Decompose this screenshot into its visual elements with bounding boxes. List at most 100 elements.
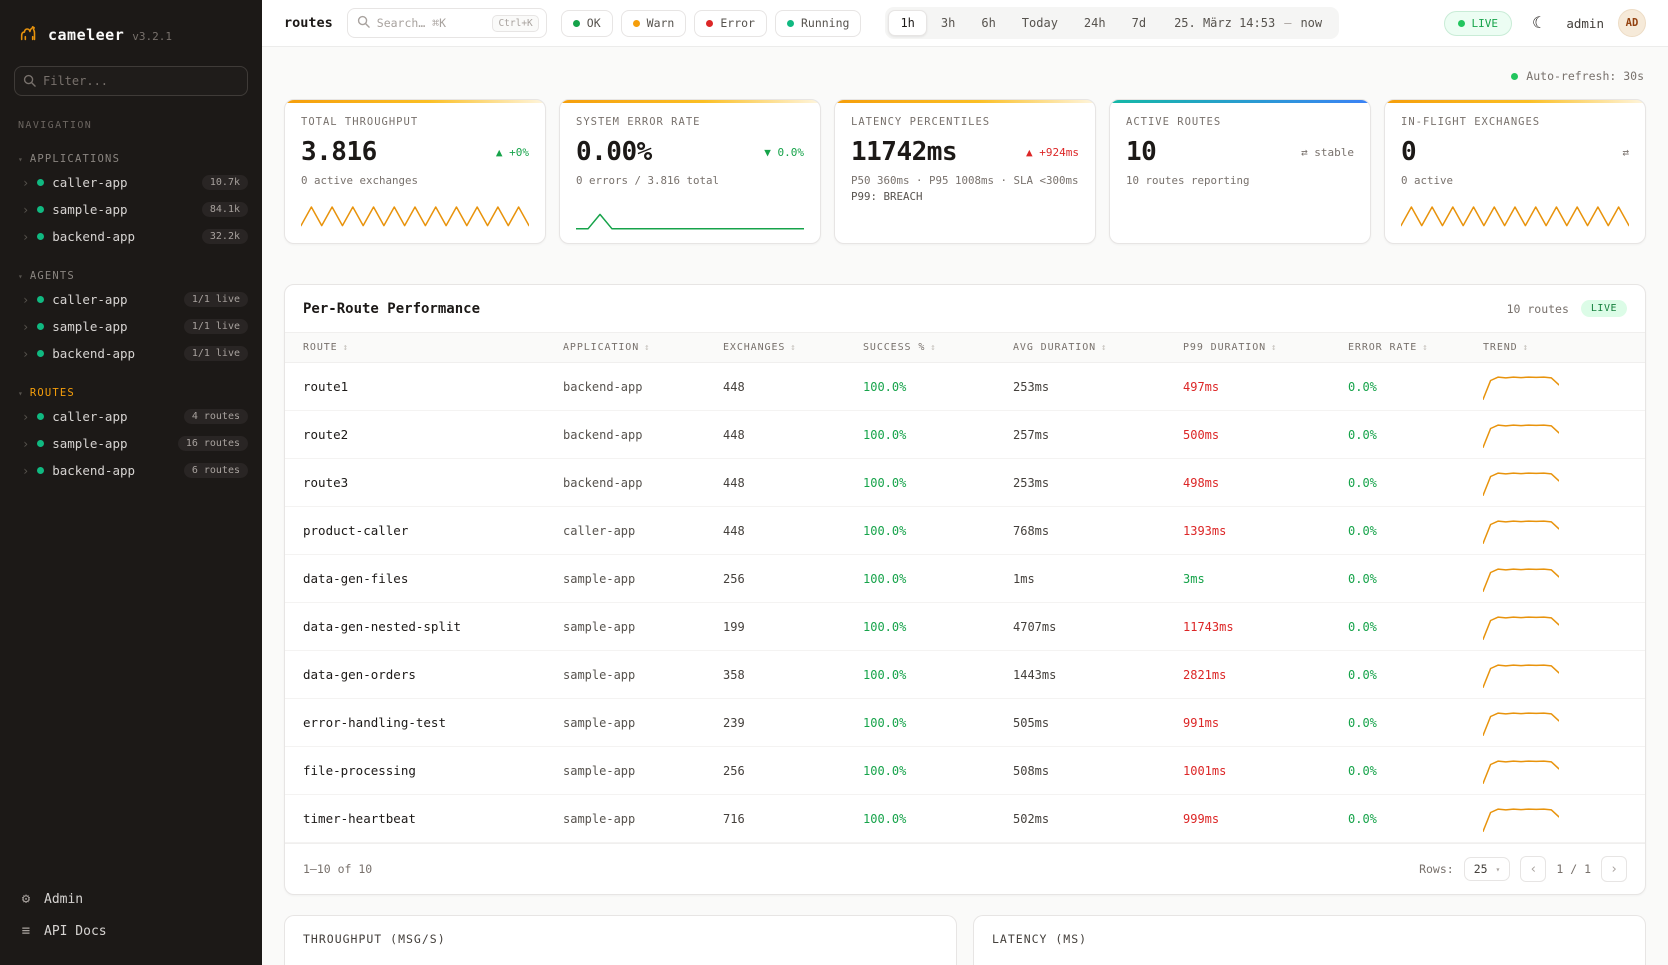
kpi-delta: ▼ 0.0% [764,146,804,159]
cell-application: sample-app [545,795,705,843]
table-row[interactable]: timer-heartbeat sample-app 716 100.0% 50… [285,795,1645,843]
cell-success: 100.0% [845,651,995,699]
sidebar-item-admin[interactable]: ⚙ Admin [18,883,244,915]
column-header-route[interactable]: ROUTE↕ [285,333,545,363]
cell-application: sample-app [545,555,705,603]
table-row[interactable]: error-handling-test sample-app 239 100.0… [285,699,1645,747]
kpi-accent-bar [1110,100,1370,103]
sidebar-section: ▾ AGENTS › caller-app 1/1 live › sample-… [0,266,262,367]
column-header-p99-duration[interactable]: P99 DURATION↕ [1165,333,1330,363]
filter-chip[interactable]: Warn [621,10,687,37]
table-row[interactable]: data-gen-files sample-app 256 100.0% 1ms… [285,555,1645,603]
sidebar-item[interactable]: › backend-app 6 routes [0,457,262,484]
table-row[interactable]: product-caller caller-app 448 100.0% 768… [285,507,1645,555]
sidebar-item[interactable]: › sample-app 84.1k [0,196,262,223]
range-button[interactable]: 24h [1072,10,1118,36]
status-filter-chips: OK Warn Error Running [561,10,862,37]
table-row[interactable]: file-processing sample-app 256 100.0% 50… [285,747,1645,795]
range-button[interactable]: Today [1010,10,1070,36]
sidebar-section-header[interactable]: ▾ ROUTES [0,383,262,403]
cell-exchanges: 448 [705,411,845,459]
cell-exchanges: 256 [705,555,845,603]
list-icon: ≡ [18,923,34,939]
kpi-delta: ⇄ stable [1301,146,1354,159]
table-row[interactable]: route3 backend-app 448 100.0% 253ms 498m… [285,459,1645,507]
sidebar-item[interactable]: › caller-app 10.7k [0,169,262,196]
sidebar-item[interactable]: › caller-app 1/1 live [0,286,262,313]
column-header-application[interactable]: APPLICATION↕ [545,333,705,363]
rows-per-page-select[interactable]: 25 ▾ [1464,857,1511,881]
app-version: v3.2.1 [132,30,172,43]
filter-chip[interactable]: Running [775,10,861,37]
sidebar-section-header[interactable]: ▾ AGENTS [0,266,262,286]
chevron-right-icon: › [22,410,29,424]
cell-avg-duration: 253ms [995,363,1165,411]
kpi-card: IN-FLIGHT EXCHANGES 0 ⇄ 0 active [1384,99,1646,244]
cell-avg-duration: 1ms [995,555,1165,603]
cell-exchanges: 256 [705,747,845,795]
range-button[interactable]: 3h [929,10,967,36]
sidebar-item[interactable]: › backend-app 32.2k [0,223,262,250]
filter-chip[interactable]: Error [694,10,767,37]
column-header-exchanges[interactable]: EXCHANGES↕ [705,333,845,363]
cell-route: data-gen-files [285,555,545,603]
prev-page-button[interactable]: ‹ [1520,856,1546,882]
avatar[interactable]: AD [1618,9,1646,37]
cell-trend [1465,699,1645,747]
cell-application: backend-app [545,363,705,411]
kpi-cards: TOTAL THROUGHPUT 3.816 ▲ +0% 0 active ex… [284,99,1646,244]
filter-chip[interactable]: OK [561,10,613,37]
chevron-right-icon: › [22,347,29,361]
table-row[interactable]: data-gen-orders sample-app 358 100.0% 14… [285,651,1645,699]
table-row[interactable]: data-gen-nested-split sample-app 199 100… [285,603,1645,651]
sidebar-item-label: sample-app [52,202,127,217]
cell-error-rate: 0.0% [1330,411,1465,459]
sidebar-item[interactable]: › backend-app 1/1 live [0,340,262,367]
cell-exchanges: 199 [705,603,845,651]
search-input[interactable] [377,16,486,30]
trend-sparkline [1483,710,1559,736]
sidebar-item[interactable]: › sample-app 16 routes [0,430,262,457]
cell-route: file-processing [285,747,545,795]
sidebar-item[interactable]: › caller-app 4 routes [0,403,262,430]
cell-application: caller-app [545,507,705,555]
cell-success: 100.0% [845,507,995,555]
sidebar-item-label: caller-app [52,409,127,424]
live-toggle[interactable]: LIVE [1444,11,1513,36]
kpi-subtitle: 0 errors / 3.816 total [576,174,804,187]
range-button[interactable]: 1h [888,10,926,36]
cell-route: timer-heartbeat [285,795,545,843]
next-page-button[interactable]: › [1601,856,1627,882]
sidebar-filter [14,66,248,96]
column-header-error-rate[interactable]: ERROR RATE↕ [1330,333,1465,363]
cell-avg-duration: 502ms [995,795,1165,843]
sidebar-section-label: ROUTES [30,387,75,399]
cell-avg-duration: 257ms [995,411,1165,459]
cell-error-rate: 0.0% [1330,651,1465,699]
table-row[interactable]: route1 backend-app 448 100.0% 253ms 497m… [285,363,1645,411]
cell-p99-duration: 999ms [1165,795,1330,843]
navigation-label: NAVIGATION [18,120,244,131]
column-header-trend[interactable]: TREND↕ [1465,333,1645,363]
chevron-right-icon: › [22,293,29,307]
sidebar-item[interactable]: › sample-app 1/1 live [0,313,262,340]
status-dot [573,20,580,27]
column-header-success-[interactable]: SUCCESS %↕ [845,333,995,363]
panel-title: Per-Route Performance [303,301,480,317]
column-header-avg-duration[interactable]: AVG DURATION↕ [995,333,1165,363]
cell-route: product-caller [285,507,545,555]
kpi-label: ACTIVE ROUTES [1126,116,1354,128]
date-range-display[interactable]: 25. März 14:53 — now [1160,16,1336,30]
range-button[interactable]: 7d [1120,10,1158,36]
sort-icon: ↕ [1101,343,1107,353]
status-dot [37,350,44,357]
range-button[interactable]: 6h [969,10,1007,36]
sidebar-section: ▾ APPLICATIONS › caller-app 10.7k › samp… [0,149,262,250]
theme-toggle[interactable]: ☾ [1526,9,1552,37]
sidebar-section-header[interactable]: ▾ APPLICATIONS [0,149,262,169]
cell-success: 100.0% [845,411,995,459]
sidebar-item-api-docs[interactable]: ≡ API Docs [18,915,244,947]
chevron-right-icon: › [22,230,29,244]
sidebar-filter-input[interactable] [14,66,248,96]
table-row[interactable]: route2 backend-app 448 100.0% 257ms 500m… [285,411,1645,459]
